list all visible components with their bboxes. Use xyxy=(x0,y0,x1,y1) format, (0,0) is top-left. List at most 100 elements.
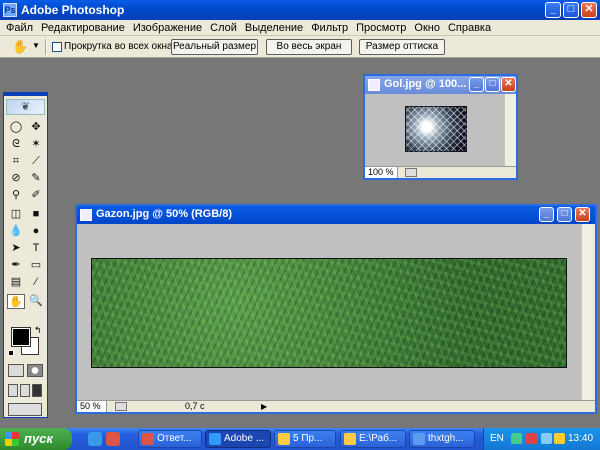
eraser-icon[interactable]: ◫ xyxy=(7,207,25,222)
network-icon[interactable] xyxy=(511,433,522,444)
gol-canvas-area[interactable] xyxy=(365,94,504,166)
gazon-vertical-scrollbar[interactable] xyxy=(581,224,593,400)
gol-maximize-button[interactable]: □ xyxy=(485,77,500,92)
main-title-bar[interactable]: Ps Adobe Photoshop _ □ ✕ xyxy=(0,0,600,20)
close-button[interactable]: ✕ xyxy=(581,2,597,18)
opera-icon xyxy=(142,433,154,445)
menu-help[interactable]: Справка xyxy=(444,22,495,34)
gazon-document-window[interactable]: Gazon.jpg @ 50% (RGB/8) _ □ ✕ 50 % 0,7 с… xyxy=(75,204,597,414)
healing-brush-icon[interactable]: ⊘ xyxy=(7,171,25,186)
taskbar-task-explorer[interactable]: E:\Раб... xyxy=(340,430,406,448)
maximize-button[interactable]: □ xyxy=(563,2,579,18)
shape-icon[interactable]: ▭ xyxy=(27,258,45,273)
task-label: Adobe ... xyxy=(224,433,265,444)
hand-tool-preset-icon[interactable]: ✋ xyxy=(12,39,28,55)
document-icon xyxy=(368,79,380,91)
lasso-icon[interactable]: ᘓ xyxy=(7,137,25,152)
gol-vertical-scrollbar[interactable] xyxy=(504,94,516,166)
taskbar-task-document[interactable]: thxtgh... xyxy=(409,430,475,448)
options-separator xyxy=(45,39,47,55)
gradient-icon[interactable]: ■ xyxy=(27,207,45,222)
photoshop-icon xyxy=(209,433,221,445)
print-size-button[interactable]: Размер оттиска xyxy=(359,39,445,55)
history-brush-icon[interactable]: ✐ xyxy=(27,188,45,203)
gazon-maximize-button[interactable]: □ xyxy=(557,207,572,222)
foreground-color-swatch[interactable] xyxy=(11,327,31,347)
toolbox: ❦ ◯ ✥ ᘓ ✶ ⌗ ⟋ ⊘ ✎ ⚲ ✐ ◫ ■ 💧 ● ➤ T ✒ ▭ ▤ ⁄ ✋ 🔍 ↰ xyxy=(3,92,48,418)
menu-view[interactable]: Просмотр xyxy=(352,22,410,34)
move-icon[interactable]: ✥ xyxy=(27,120,45,135)
menu-filter[interactable]: Фильтр xyxy=(307,22,352,34)
gol-status-menu-icon[interactable] xyxy=(405,168,417,177)
path-selection-icon[interactable]: ➤ xyxy=(7,241,25,256)
taskbar-task-photoshop[interactable]: Adobe ... xyxy=(205,430,271,448)
type-icon[interactable]: T xyxy=(27,241,45,256)
crop-icon[interactable]: ⌗ xyxy=(7,154,25,169)
marquee-icon[interactable]: ◯ xyxy=(7,120,25,135)
actual-pixels-button[interactable]: Реальный размер xyxy=(171,39,258,55)
menu-file[interactable]: Файл xyxy=(2,22,37,34)
gol-zoom-field[interactable]: 100 % xyxy=(365,167,398,178)
soccer-ball-image xyxy=(405,106,467,152)
start-button[interactable]: пуск xyxy=(0,428,72,450)
document-icon xyxy=(80,209,92,221)
photoshop-app-icon: Ps xyxy=(3,3,17,17)
gazon-title-bar[interactable]: Gazon.jpg @ 50% (RGB/8) _ □ ✕ xyxy=(77,206,595,224)
menu-window[interactable]: Окно xyxy=(410,22,444,34)
chevron-down-icon[interactable]: ▼ xyxy=(32,41,40,50)
gazon-status-menu-icon[interactable] xyxy=(115,402,127,411)
gol-close-button[interactable]: ✕ xyxy=(501,77,516,92)
taskbar-task-answer[interactable]: Ответ... xyxy=(138,430,202,448)
dodge-icon[interactable]: ● xyxy=(27,224,45,239)
minimize-button[interactable]: _ xyxy=(545,2,561,18)
quick-mask-mode-button[interactable] xyxy=(27,364,43,377)
gazon-close-button[interactable]: ✕ xyxy=(575,207,590,222)
blur-icon[interactable]: 💧 xyxy=(7,224,25,239)
default-colors-icon[interactable] xyxy=(8,350,14,356)
clone-stamp-icon[interactable]: ⚲ xyxy=(7,188,25,203)
hand-icon[interactable]: ✋ xyxy=(7,294,25,309)
gazon-canvas-area[interactable] xyxy=(77,224,581,400)
magic-wand-icon[interactable]: ✶ xyxy=(27,137,45,152)
zoom-icon[interactable]: 🔍 xyxy=(27,294,45,309)
app-title: Adobe Photoshop xyxy=(21,3,125,17)
standard-mode-button[interactable] xyxy=(8,364,24,377)
menu-image[interactable]: Изображение xyxy=(129,22,206,34)
status-menu-arrow-icon[interactable]: ▶ xyxy=(261,401,267,412)
gol-title-bar[interactable]: Gol.jpg @ 100... _ □ ✕ xyxy=(365,76,516,94)
eyedropper-icon[interactable]: ⁄ xyxy=(27,275,45,290)
start-label: пуск xyxy=(24,431,53,446)
word-icon xyxy=(413,433,425,445)
gol-minimize-button[interactable]: _ xyxy=(469,77,484,92)
notes-icon[interactable]: ▤ xyxy=(7,275,25,290)
gazon-minimize-button[interactable]: _ xyxy=(539,207,554,222)
options-bar: ✋ ▼ Прокрутка во всех окнах Реальный раз… xyxy=(0,36,600,58)
brush-icon[interactable]: ✎ xyxy=(27,171,45,186)
fit-screen-button[interactable]: Во весь экран xyxy=(266,39,352,55)
menu-select[interactable]: Выделение xyxy=(241,22,307,34)
taskbar: пуск Ответ... Adobe ... 5 Пр... E:\Раб..… xyxy=(0,428,600,450)
gol-document-window[interactable]: Gol.jpg @ 100... _ □ ✕ 100 % xyxy=(363,74,518,180)
scroll-all-windows-checkbox[interactable] xyxy=(52,42,62,52)
volume-icon[interactable] xyxy=(541,433,552,444)
screen-mode-standard-icon[interactable] xyxy=(8,384,18,397)
ie-quicklaunch-icon[interactable] xyxy=(88,432,102,446)
language-indicator[interactable]: EN xyxy=(490,433,504,444)
messenger-icon[interactable] xyxy=(554,433,565,444)
swap-colors-icon[interactable]: ↰ xyxy=(34,325,42,336)
task-label: thxtgh... xyxy=(428,433,464,444)
feather-icon[interactable]: ❦ xyxy=(6,99,45,115)
gazon-status-info: 0,7 с xyxy=(185,401,205,411)
pen-icon[interactable]: ✒ xyxy=(7,258,25,273)
opera-quicklaunch-icon[interactable] xyxy=(106,432,120,446)
gazon-zoom-field[interactable]: 50 % xyxy=(77,401,107,412)
slice-icon[interactable]: ⟋ xyxy=(27,154,45,169)
screen-mode-full-icon[interactable] xyxy=(32,384,42,397)
antivirus-icon[interactable] xyxy=(526,433,537,444)
taskbar-task-folder[interactable]: 5 Пр... xyxy=(274,430,336,448)
menu-edit[interactable]: Редактирование xyxy=(37,22,129,34)
screen-mode-full-menu-icon[interactable] xyxy=(20,384,30,397)
menu-layer[interactable]: Слой xyxy=(206,22,241,34)
goal-net-overlay xyxy=(406,107,466,151)
jump-to-imageready-icon[interactable] xyxy=(8,403,42,416)
